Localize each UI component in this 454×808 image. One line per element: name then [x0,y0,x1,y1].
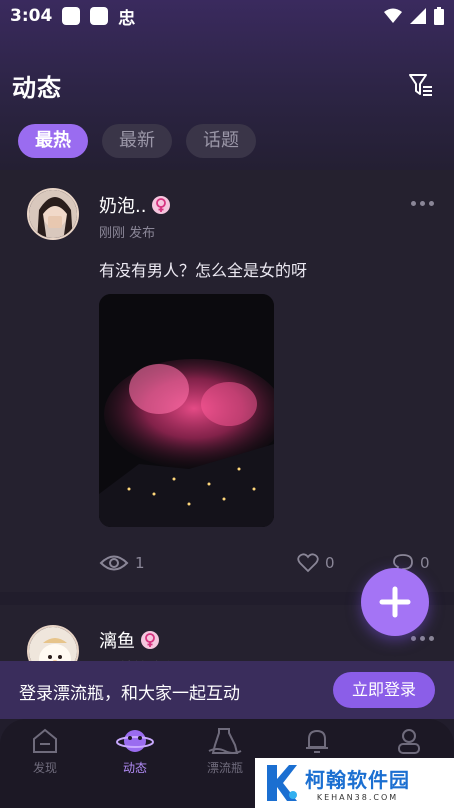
planet-icon [116,730,154,752]
status-indicators [384,7,444,25]
filter-icon[interactable] [408,72,434,98]
post-card[interactable]: 奶泡.. 刚刚 发布 有没有男人？怎么全是女的呀 1 0 0 [0,170,454,592]
bell-icon [306,729,328,753]
login-prompt: 登录漂流瓶，和大家一起互动 [19,684,240,704]
female-icon [141,631,159,649]
tab-topics[interactable]: 话题 [186,124,256,158]
more-icon[interactable] [411,201,434,206]
username-text: 奶泡.. [99,196,147,217]
tab-hot[interactable]: 最热 [18,124,88,158]
tab-latest[interactable]: 最新 [102,124,172,158]
notification-icon-2 [90,7,109,25]
eye-icon [99,555,129,571]
nav-label: 动态 [122,761,147,775]
username-text: 漓鱼 [99,631,135,652]
bottle-icon [208,728,242,754]
nav-discover[interactable]: 发现 [0,727,90,787]
signal-icon [410,8,426,24]
login-banner: 登录漂流瓶，和大家一起互动 立即登录 [0,661,454,719]
views-count: 1 [135,554,145,572]
plus-icon [379,586,411,618]
heart-icon [297,553,319,573]
create-post-button[interactable] [361,568,429,636]
wifi-icon [384,8,402,23]
battery-icon [434,7,444,25]
watermark: 柯翰软件园 KEHAN38.COM [255,758,454,808]
post-image[interactable] [99,294,274,527]
page-title: 动态 [12,74,62,102]
home-icon [33,728,57,753]
nav-label: 发现 [32,761,57,775]
status-time: 3:04 [10,6,53,26]
post-username[interactable]: 漓鱼 [99,627,159,653]
page-header: 动态 [0,60,454,110]
avatar[interactable] [27,188,79,240]
post-username[interactable]: 奶泡.. [99,192,171,218]
user-icon [398,729,420,754]
like-button[interactable]: 0 [297,553,335,573]
watermark-logo [263,763,299,803]
views-stat: 1 [99,553,145,573]
nav-feed[interactable]: 动态 [90,727,180,787]
post-text: 有没有男人？怎么全是女的呀 [99,261,308,280]
app-notification-glyph: 忠 [118,8,136,29]
notification-icon [62,7,81,25]
likes-count: 0 [325,554,335,572]
status-bar: 3:04 忠 [0,0,454,32]
feed-tabs: 最热 最新 话题 [18,124,256,158]
female-icon [152,196,171,214]
more-icon[interactable] [411,636,434,641]
watermark-title: 柯翰软件园 [305,768,410,792]
watermark-sub: KEHAN38.COM [316,793,399,802]
post-meta: 刚刚 发布 [99,226,156,241]
login-button[interactable]: 立即登录 [333,672,435,708]
